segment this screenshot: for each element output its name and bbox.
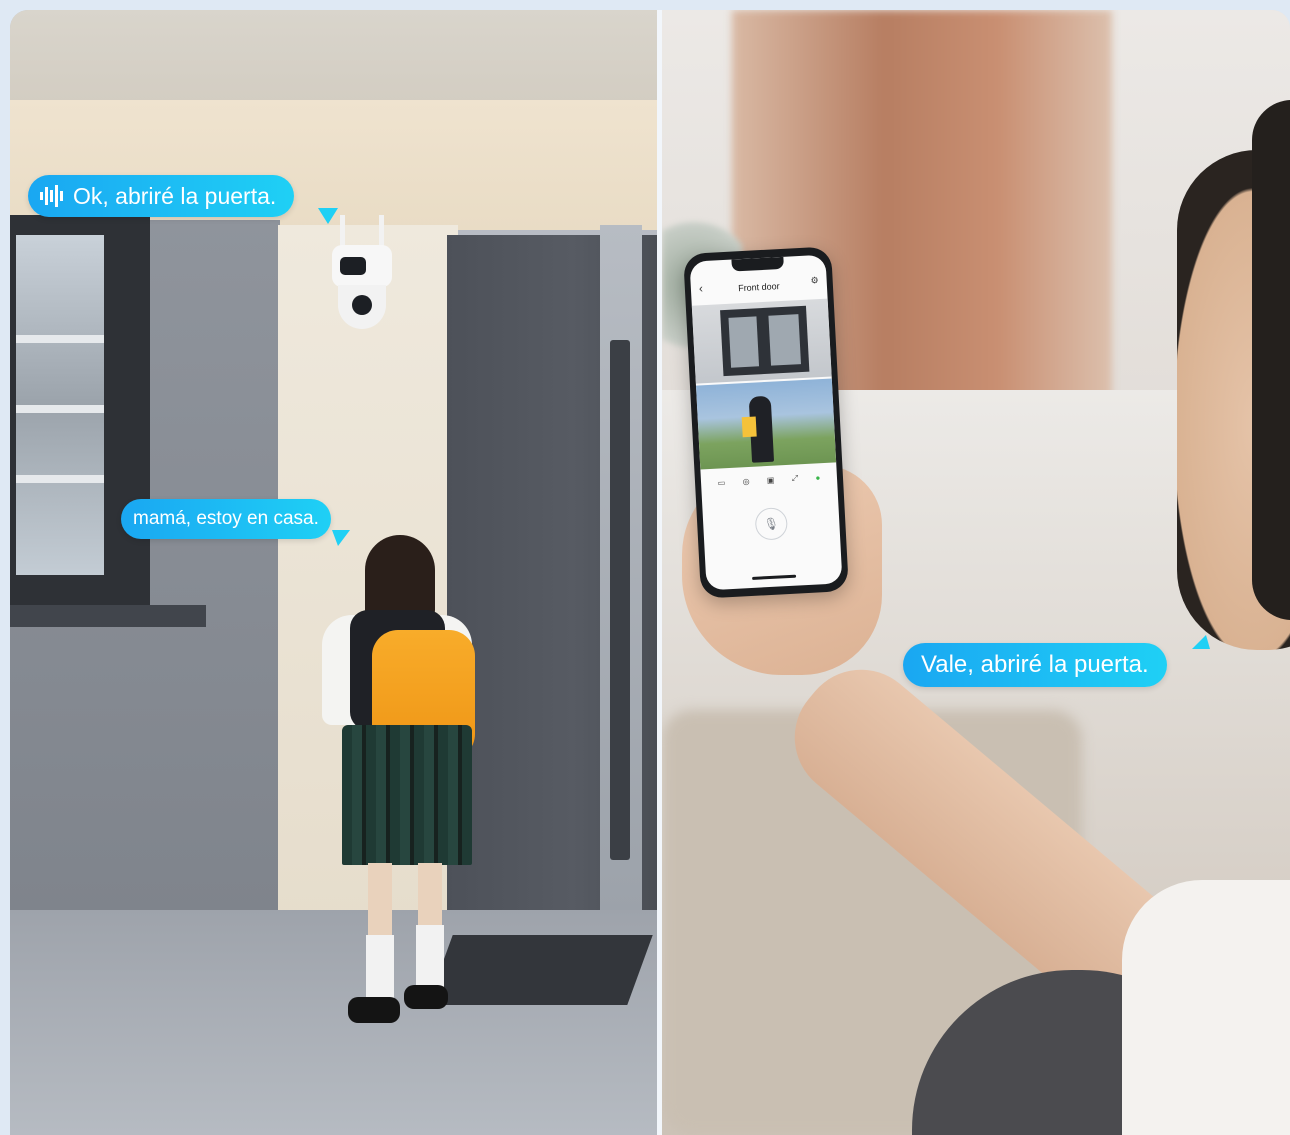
woman-shirt bbox=[1122, 880, 1290, 1135]
camera-reply-bubble-tail bbox=[318, 208, 338, 224]
girl-speech-bubble: mamá, estoy en casa. bbox=[121, 499, 331, 539]
settings-icon[interactable]: ⚙ bbox=[810, 275, 819, 286]
snapshot-icon[interactable]: ◎ bbox=[742, 476, 749, 485]
location-icon[interactable]: ● bbox=[815, 473, 820, 482]
home-indicator bbox=[752, 574, 797, 580]
shoe-left bbox=[348, 997, 400, 1023]
girl-skirt bbox=[342, 725, 472, 865]
mother-speech-text: Vale, abriré la puerta. bbox=[921, 651, 1149, 678]
smartphone: ‹ Front door ⚙ ▭ ◎ ▣ ⤢ ● 🎙 bbox=[683, 246, 849, 599]
girl-speech-text: mamá, estoy en casa. bbox=[133, 508, 319, 529]
talk-button[interactable]: 🎙 bbox=[754, 507, 789, 541]
living-room-panel: ‹ Front door ⚙ ▭ ◎ ▣ ⤢ ● 🎙 bbox=[662, 10, 1290, 1135]
app-title: Front door bbox=[737, 281, 780, 294]
camera-feed-bottom bbox=[695, 378, 837, 470]
record-icon[interactable]: ▣ bbox=[767, 475, 775, 484]
fullscreen-icon[interactable]: ⤢ bbox=[791, 473, 798, 483]
door-handle bbox=[610, 340, 630, 860]
camera-reply-text: Ok, abriré la puerta. bbox=[73, 182, 277, 209]
mother-speech-bubble: Vale, abriré la puerta. bbox=[903, 643, 1167, 687]
mother-speech-bubble-tail bbox=[1192, 635, 1210, 649]
sock-left bbox=[366, 935, 394, 1005]
phone-notch bbox=[731, 256, 784, 272]
panel-divider bbox=[657, 10, 662, 1135]
sound-wave-icon bbox=[40, 185, 63, 207]
woman-hair bbox=[1252, 100, 1290, 620]
girl-speech-bubble-tail bbox=[332, 530, 350, 546]
window-sill bbox=[10, 605, 206, 627]
microphone-icon: 🎙 bbox=[763, 516, 780, 532]
security-camera bbox=[332, 215, 392, 330]
sock-right bbox=[416, 925, 444, 990]
window bbox=[10, 215, 150, 610]
shoe-right bbox=[404, 985, 448, 1009]
control-row: ▭ ◎ ▣ ⤢ ● bbox=[709, 469, 830, 491]
phone-screen: ‹ Front door ⚙ ▭ ◎ ▣ ⤢ ● 🎙 bbox=[689, 254, 843, 591]
hd-toggle-icon[interactable]: ▭ bbox=[718, 478, 726, 487]
girl-figure bbox=[310, 535, 480, 1030]
back-arrow-icon[interactable]: ‹ bbox=[699, 281, 704, 295]
camera-feed-top bbox=[691, 298, 832, 384]
camera-reply-bubble: Ok, abriré la puerta. bbox=[28, 175, 295, 217]
